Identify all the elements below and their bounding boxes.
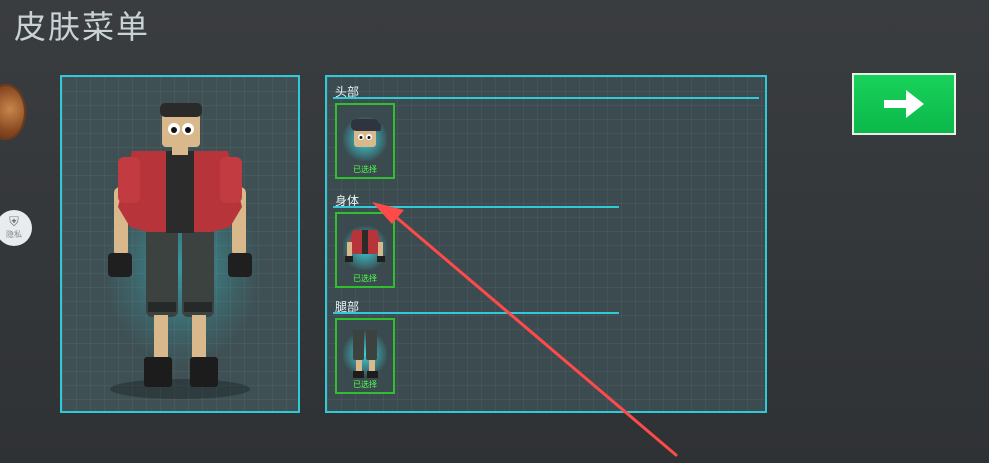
privacy-button[interactable]: ⛨ 隐私 [0,210,32,246]
head-slot-status: 已选择 [353,165,377,174]
body-skin-slot[interactable]: 已选择 [335,212,395,288]
section-legs-divider [333,312,619,314]
privacy-label: 隐私 [6,230,22,239]
legs-skin-slot[interactable]: 已选择 [335,318,395,394]
next-button[interactable] [852,73,956,135]
skin-selection-panel: 头部 已选择 身体 已选择 腿部 已选择 [325,75,767,413]
character-model [108,103,252,399]
profile-avatar[interactable] [0,84,26,140]
section-body-divider [333,206,619,208]
head-skin-slot[interactable]: 已选择 [335,103,395,179]
legs-slot-status: 已选择 [353,380,377,389]
body-slot-status: 已选择 [353,274,377,283]
arrow-right-icon [884,90,924,118]
shield-icon: ⛨ [9,215,19,230]
character-preview-panel[interactable] [60,75,300,413]
page-title: 皮肤菜单 [14,8,151,46]
section-head-divider [333,97,759,99]
